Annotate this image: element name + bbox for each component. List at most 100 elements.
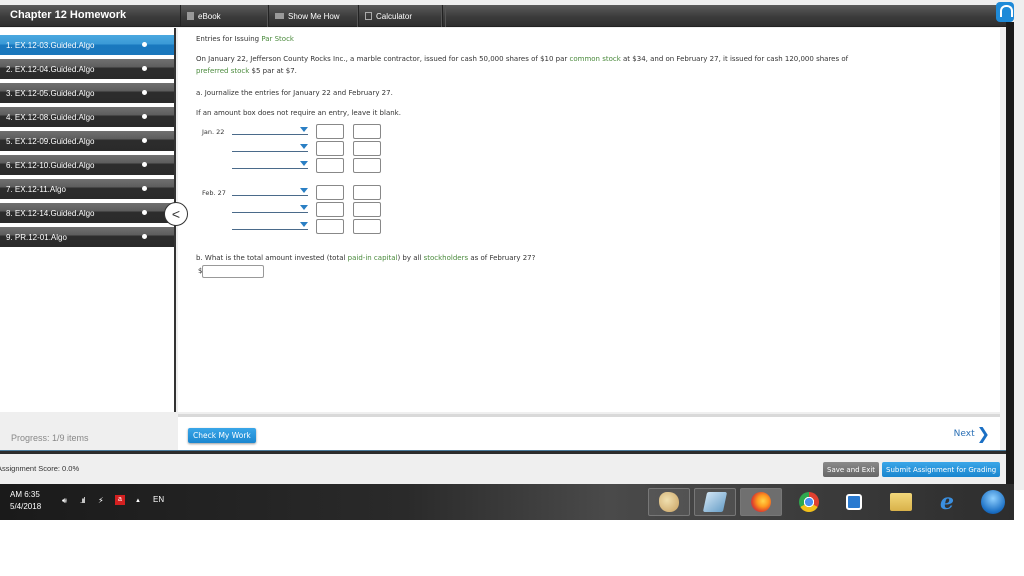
chrome-app-icon[interactable] [788, 488, 830, 516]
show-me-how-label: Show Me How [288, 11, 340, 21]
account-dropdown[interactable] [232, 159, 308, 169]
sidebar-item-8[interactable]: 8. EX.12-14.Guided.Algo [0, 203, 174, 223]
sidebar-item-7[interactable]: 7. EX.12-11.Algo [0, 179, 174, 199]
sidebar-item-label: 2. EX.12-04.Guided.Algo [6, 64, 95, 74]
check-my-work-button[interactable]: Check My Work [188, 428, 256, 443]
firefox-app-icon[interactable] [740, 488, 782, 516]
glossary-link-par-stock[interactable]: Par Stock [261, 35, 294, 43]
debit-input[interactable] [316, 202, 344, 217]
sidebar-item-1[interactable]: 1. EX.12-03.Guided.Algo [0, 35, 174, 55]
sidebar-item-3[interactable]: 3. EX.12-05.Guided.Algo [0, 83, 174, 103]
sidebar-item-9[interactable]: 9. PR.12-01.Algo [0, 227, 174, 247]
credit-input[interactable] [353, 202, 381, 217]
intro-text: On January 22, Jefferson County Rocks In… [196, 55, 570, 63]
file-explorer-app-icon[interactable] [880, 488, 922, 516]
part-b-text: ) by all [397, 254, 424, 262]
score-bar: Assignment Score: 0.0% Save and Exit Sub… [0, 455, 1006, 483]
sidebar-item-label: 6. EX.12-10.Guided.Algo [6, 160, 95, 170]
debit-input[interactable] [316, 219, 344, 234]
question-panel: Entries for Issuing Par Stock On January… [178, 28, 1000, 412]
power-icon[interactable]: ⚡︎ [98, 496, 104, 505]
headset-icon[interactable] [996, 2, 1014, 22]
chevron-left-icon: < [171, 206, 181, 222]
windows-taskbar: AM 6:35 5/4/2018 🔊︎ .ııl ⚡︎ a ▲ EN e [0, 484, 1014, 520]
account-dropdown[interactable] [232, 125, 308, 135]
sidebar-item-6[interactable]: 6. EX.12-10.Guided.Algo [0, 155, 174, 175]
debit-input[interactable] [316, 185, 344, 200]
journal-date-feb27: Feb. 27 [202, 189, 226, 197]
sidebar-item-4[interactable]: 4. EX.12-08.Guided.Algo [0, 107, 174, 127]
ebook-button[interactable]: eBook [180, 5, 268, 27]
sidebar-item-label: 9. PR.12-01.Algo [6, 232, 67, 242]
status-dot-icon [142, 66, 147, 71]
calculator-label: Calculator [376, 11, 413, 21]
calculator-button[interactable]: Calculator [358, 5, 442, 27]
language-indicator[interactable]: EN [153, 495, 164, 504]
chevron-right-icon: ❯ [976, 424, 990, 443]
internet-explorer-app-icon[interactable]: e [926, 488, 968, 516]
signal-icon[interactable]: .ııl [80, 496, 86, 505]
save-and-exit-button[interactable]: Save and Exit [823, 462, 880, 477]
intro-text: at $34, and on February 27, it issued fo… [620, 55, 849, 63]
glossary-link-preferred-stock[interactable]: preferred stock [196, 67, 249, 75]
start-button[interactable] [972, 488, 1014, 516]
glossary-link-paid-in-capital[interactable]: paid-in capital [348, 254, 398, 262]
top-toolbar: Chapter 12 Homework eBook Show Me How Ca… [0, 5, 1006, 27]
divider [0, 450, 1006, 454]
heading-text: Entries for Issuing [196, 35, 262, 43]
app-window: Chapter 12 Homework eBook Show Me How Ca… [0, 0, 1024, 490]
question-footer: Check My Work Next ❯ [178, 414, 1000, 450]
antivirus-icon[interactable]: a [115, 495, 125, 505]
intro-text: $5 par at $7. [249, 67, 297, 75]
clock-date: 5/4/2018 [10, 502, 42, 511]
sidebar-item-label: 4. EX.12-08.Guided.Algo [6, 112, 95, 122]
status-dot-icon [142, 138, 147, 143]
account-dropdown[interactable] [232, 203, 308, 213]
tray-expand-icon[interactable]: ▲ [135, 498, 141, 504]
toolbar-separator [442, 5, 446, 27]
total-paid-in-capital-input[interactable] [202, 265, 264, 278]
window-edge [1006, 22, 1014, 484]
debit-input[interactable] [316, 124, 344, 139]
notepad-app-icon[interactable] [694, 488, 736, 516]
account-dropdown[interactable] [232, 186, 308, 196]
status-dot-icon [142, 90, 147, 95]
credit-input[interactable] [353, 219, 381, 234]
paint-app-icon[interactable] [648, 488, 690, 516]
part-b-text: b. What is the total amount invested (to… [196, 254, 348, 262]
part-b-prompt: b. What is the total amount invested (to… [196, 254, 535, 262]
glossary-link-stockholders[interactable]: stockholders [424, 254, 469, 262]
status-dot-icon [142, 210, 147, 215]
account-dropdown[interactable] [232, 220, 308, 230]
sidebar-item-label: 1. EX.12-03.Guided.Algo [6, 40, 95, 50]
status-dot-icon [142, 162, 147, 167]
part-a-prompt: a. Journalize the entries for January 22… [196, 89, 393, 97]
sidebar-item-label: 3. EX.12-05.Guided.Algo [6, 88, 95, 98]
account-dropdown[interactable] [232, 142, 308, 152]
sidebar-item-5[interactable]: 5. EX.12-09.Guided.Algo [0, 131, 174, 151]
sidebar-item-label: 8. EX.12-14.Guided.Algo [6, 208, 95, 218]
credit-input[interactable] [353, 158, 381, 173]
show-me-how-button[interactable]: Show Me How [268, 5, 358, 27]
debit-input[interactable] [316, 158, 344, 173]
debit-input[interactable] [316, 141, 344, 156]
credit-input[interactable] [353, 124, 381, 139]
next-label: Next [953, 429, 975, 439]
next-button[interactable]: Next ❯ [953, 424, 990, 443]
credit-input[interactable] [353, 141, 381, 156]
journal-date-jan22: Jan. 22 [202, 128, 225, 136]
credit-input[interactable] [353, 185, 381, 200]
collapse-sidebar-button[interactable]: < [164, 202, 188, 226]
sidebar-item-label: 7. EX.12-11.Algo [6, 184, 66, 194]
sidebar-item-2[interactable]: 2. EX.12-04.Guided.Algo [0, 59, 174, 79]
glossary-link-common-stock[interactable]: common stock [570, 55, 621, 63]
sidebar-item-label: 5. EX.12-09.Guided.Algo [6, 136, 95, 146]
question-heading: Entries for Issuing Par Stock [196, 35, 294, 43]
volume-icon[interactable]: 🔊︎ [62, 496, 67, 506]
submit-assignment-button[interactable]: Submit Assignment for Grading [882, 462, 1001, 477]
instruction-text: If an amount box does not require an ent… [196, 109, 401, 117]
media-player-app-icon[interactable] [833, 488, 875, 516]
system-clock[interactable]: AM 6:35 5/4/2018 [10, 489, 41, 513]
ebook-label: eBook [198, 11, 221, 21]
video-icon [275, 13, 284, 19]
